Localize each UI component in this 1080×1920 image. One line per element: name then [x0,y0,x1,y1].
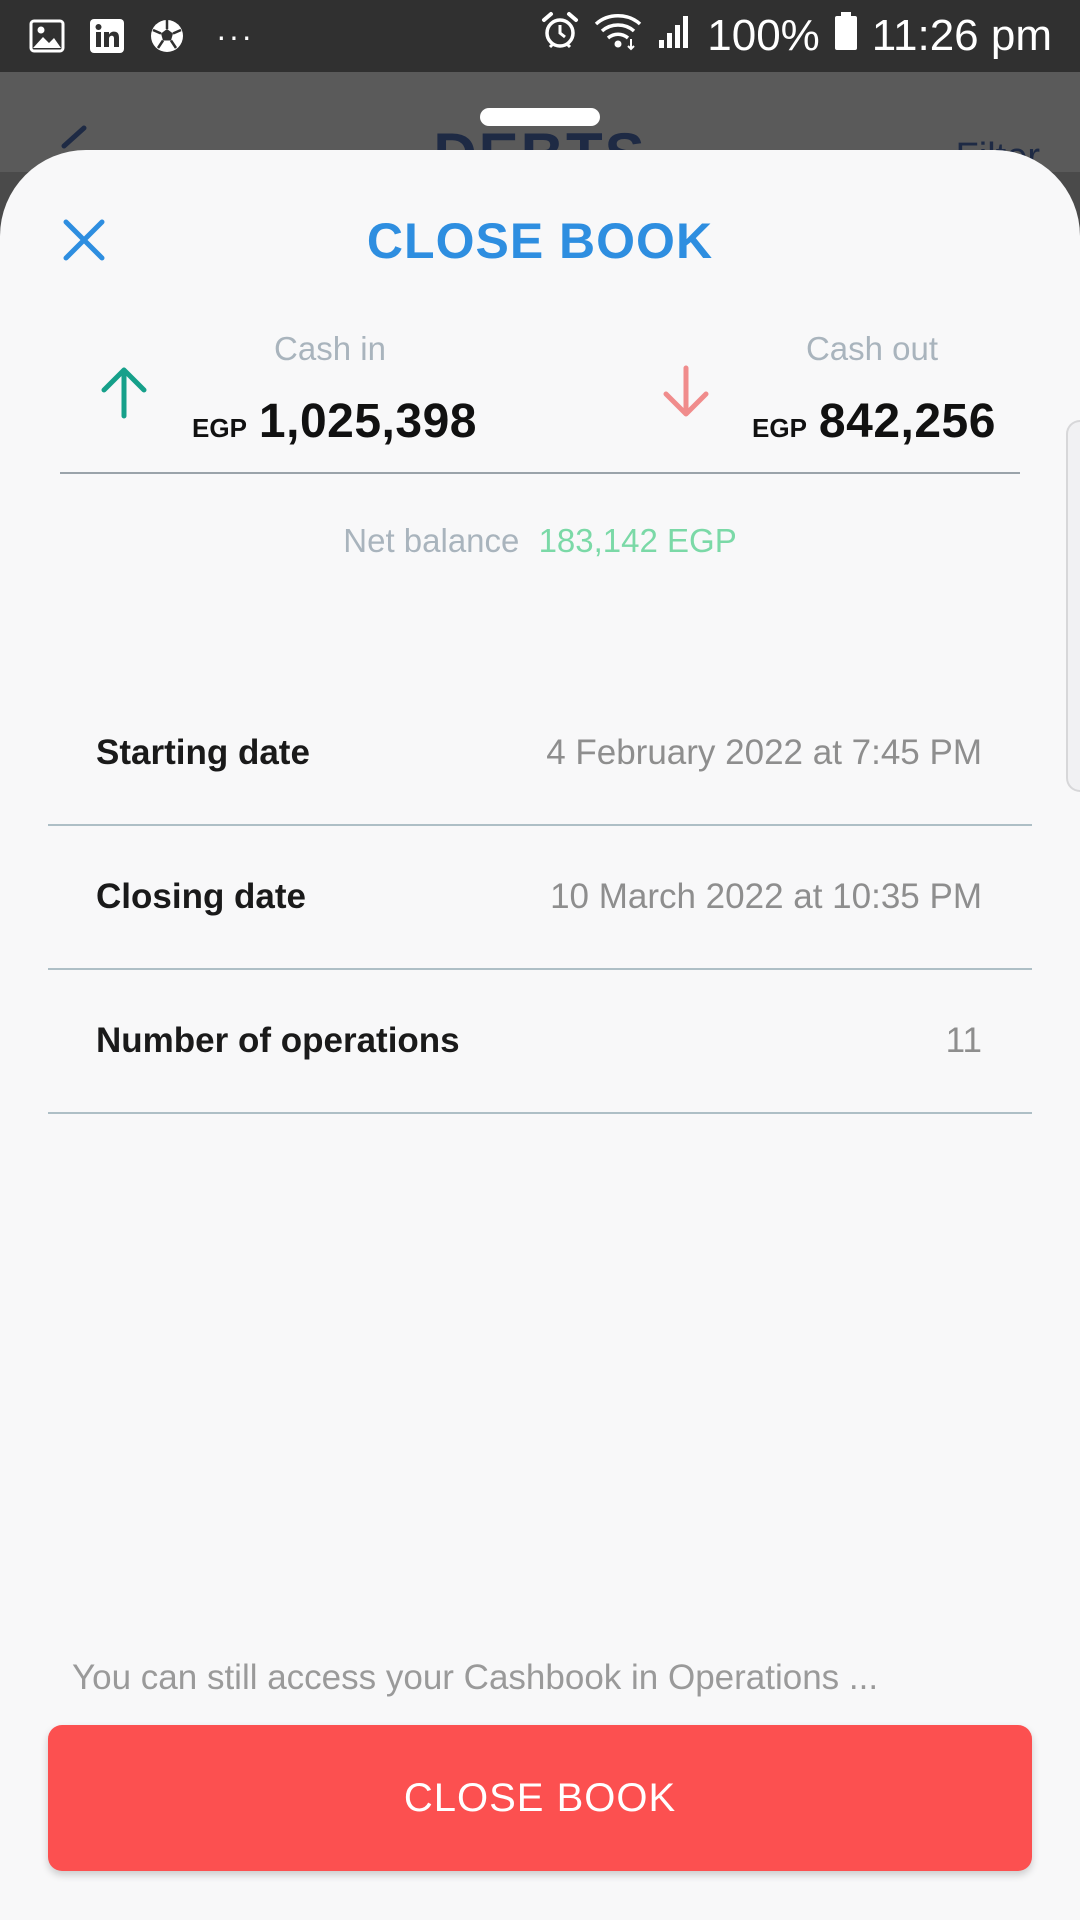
starting-date-label: Starting date [96,733,310,772]
net-balance-label: Net balance [343,522,520,559]
more-notifications-indicator: ··· [216,18,254,54]
clock: 11:26 pm [871,11,1052,60]
status-bar: ··· 100% 11:26 pm [0,0,1080,72]
cash-out-currency: EGP [752,413,807,443]
cash-out-label: Cash out [805,330,939,367]
starting-date-row: Starting date 4 February 2022 at 7:45 PM [48,682,1032,826]
cash-out-value: 842,256 [818,395,996,448]
cash-in-value: 1,025,398 [258,395,477,448]
net-balance: Net balance 183,142 EGP [0,522,1080,560]
battery-icon [834,11,858,62]
closing-date-label: Closing date [96,877,307,916]
cash-in-currency: EGP [192,413,247,443]
sheet-title: CLOSE BOOK [366,213,714,269]
side-panel-tab[interactable] [1066,420,1080,792]
close-book-button[interactable]: CLOSE BOOK [48,1725,1032,1871]
alarm-icon [541,11,579,62]
notification-icons: ··· [28,14,254,58]
signal-icon [657,11,693,61]
starting-date-value: 4 February 2022 at 7:45 PM [546,733,982,772]
arrow-down-icon [658,364,714,425]
summary-divider [60,472,1020,474]
battery-percent: 100% [707,11,820,60]
gallery-icon [28,18,66,54]
soccer-ball-icon [148,18,186,54]
operations-count-value: 11 [945,1021,982,1060]
close-book-sheet: CLOSE BOOK Cash in EGP 1,025,398 Cash ou… [0,150,1080,1920]
cash-in-amount: EGP 1,025,398 [192,394,477,449]
closing-date-value: 10 March 2022 at 10:35 PM [550,877,982,916]
arrow-up-icon [96,364,152,425]
net-balance-value: 183,142 EGP [538,522,737,559]
operations-count-row: Number of operations 11 [48,970,1032,1114]
cash-in-label: Cash in [274,330,386,367]
sheet-drag-handle[interactable] [480,108,600,126]
cashbook-access-hint: You can still access your Cashbook in Op… [72,1658,879,1697]
wifi-icon [593,11,643,62]
system-status: 100% 11:26 pm [541,10,1052,62]
linkedin-icon [88,18,126,54]
operations-count-label: Number of operations [96,1021,460,1060]
cash-out-amount: EGP 842,256 [752,394,996,449]
closing-date-row: Closing date 10 March 2022 at 10:35 PM [48,826,1032,970]
